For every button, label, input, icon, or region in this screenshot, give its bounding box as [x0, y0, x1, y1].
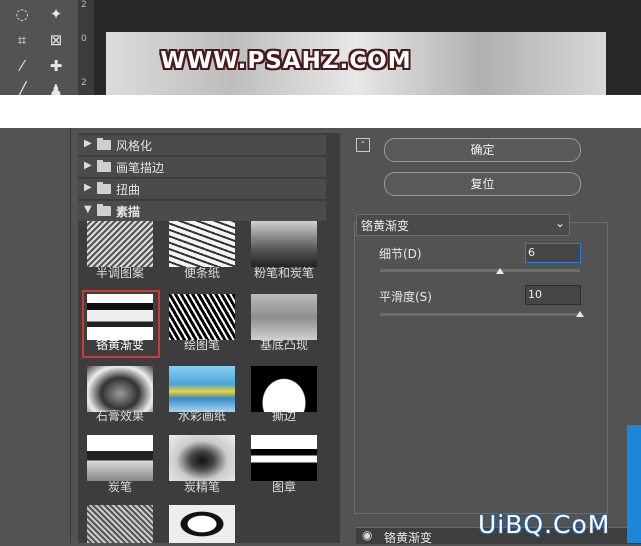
- parameters-box: [354, 222, 608, 514]
- detail-input[interactable]: 6: [525, 243, 581, 263]
- ok-button[interactable]: 确定: [384, 138, 581, 162]
- smoothness-slider-handle[interactable]: [576, 311, 584, 317]
- filter-select[interactable]: 铬黄渐变 ⌄: [356, 214, 570, 236]
- filter-thumbnail[interactable]: [87, 435, 153, 481]
- category-label: 素描: [116, 205, 141, 219]
- filter-label: 炭精笔: [183, 480, 220, 494]
- ruler-mark: 0: [81, 34, 87, 44]
- chevron-right-icon: ▶: [84, 160, 92, 171]
- eye-icon[interactable]: ◉: [362, 528, 372, 542]
- smoothness-input[interactable]: 10: [525, 285, 581, 305]
- effect-layer-label: 铬黄渐变: [384, 531, 433, 545]
- chevron-right-icon: ▶: [84, 182, 92, 193]
- filter-label: 撕边: [271, 409, 296, 423]
- chevron-down-icon: ▼: [84, 204, 92, 215]
- filter-label: 图章: [271, 480, 296, 494]
- magic-wand-icon[interactable]: ✦: [46, 4, 66, 24]
- canvas-text: WWW.PSAHZ.COM: [160, 48, 412, 74]
- filter-label: 绘图笔: [183, 338, 220, 352]
- filter-thumbnail[interactable]: [169, 221, 235, 267]
- category-stylize[interactable]: ▶ 风格化: [78, 135, 326, 156]
- folder-icon: [97, 182, 111, 194]
- folder-icon: [97, 138, 111, 150]
- watermark: UiBQ.CoM: [478, 510, 611, 539]
- vertical-ruler: 2 0 2: [78, 0, 94, 95]
- filter-thumbnail[interactable]: [251, 366, 317, 412]
- category-distort[interactable]: ▶ 扭曲: [78, 179, 326, 200]
- chevron-down-icon: ⌄: [554, 216, 565, 230]
- filter-thumbnail[interactable]: [251, 294, 317, 340]
- filter-list-scrollbar[interactable]: [327, 150, 340, 543]
- category-sketch[interactable]: ▼ 素描: [78, 201, 326, 222]
- category-brush-strokes[interactable]: ▶ 画笔描边: [78, 157, 326, 178]
- tools-panel: ◌ ✦ ⌗ ⊠ ⁄ ✚ ╱ ♟: [0, 0, 78, 99]
- chevron-right-icon: ▶: [84, 138, 92, 149]
- filter-label: 炭笔: [107, 480, 132, 494]
- collapse-icon[interactable]: ⌃: [356, 138, 370, 152]
- filter-thumbnail[interactable]: [251, 221, 317, 267]
- filter-label: 基底凸现: [259, 338, 308, 352]
- filter-label: 铬黄渐变: [95, 338, 144, 352]
- filter-thumbnail[interactable]: [87, 366, 153, 412]
- filter-thumbnail[interactable]: [87, 294, 153, 340]
- eyedropper-icon[interactable]: ⁄: [12, 56, 32, 76]
- canvas-image: WWW.PSAHZ.COM: [106, 32, 606, 95]
- filter-label: 粉笔和炭笔: [253, 266, 314, 280]
- crop-icon[interactable]: ⌗: [12, 30, 32, 50]
- preview-area: [0, 128, 71, 543]
- filter-list: ▶ 风格化 ▶ 画笔描边 ▶ 扭曲 ▼ 素描 半调图案 便条纸 粉笔和炭笔 铬黄…: [78, 133, 340, 543]
- smoothness-slider-track[interactable]: [380, 313, 580, 316]
- filter-thumbnail[interactable]: [251, 435, 317, 481]
- filter-thumbnail[interactable]: [169, 505, 235, 543]
- detail-label: 细节(D): [379, 247, 422, 261]
- detail-slider-handle[interactable]: [496, 268, 504, 274]
- lasso-icon[interactable]: ◌: [12, 4, 32, 24]
- filter-thumbnail[interactable]: [169, 366, 235, 412]
- filter-label: 石膏效果: [95, 409, 144, 423]
- filter-thumbnail[interactable]: [87, 505, 153, 543]
- filter-select-value: 铬黄渐变: [361, 219, 410, 233]
- category-label: 扭曲: [116, 183, 141, 197]
- healing-brush-icon[interactable]: ✚: [46, 56, 66, 76]
- ruler-mark: 2: [81, 78, 87, 88]
- filter-thumbnail[interactable]: [169, 435, 235, 481]
- category-label: 风格化: [116, 139, 153, 153]
- filter-thumbnail[interactable]: [169, 294, 235, 340]
- folder-icon: [97, 204, 111, 216]
- ruler-mark: 2: [81, 0, 87, 10]
- reset-button[interactable]: 复位: [384, 172, 581, 196]
- category-label: 画笔描边: [116, 161, 165, 175]
- frame-icon[interactable]: ⊠: [46, 30, 66, 50]
- filter-label: 便条纸: [183, 266, 220, 280]
- settings-panel: ⌃ 确定 复位 铬黄渐变 ⌄ 细节(D) 6 平滑度(S) 10 ◉ 铬黄渐变: [340, 133, 641, 545]
- smoothness-label: 平滑度(S): [379, 290, 432, 304]
- filter-thumbnail[interactable]: [87, 221, 153, 267]
- filter-gallery-titlebar: [0, 95, 641, 128]
- background-window-edge: [627, 425, 641, 543]
- detail-slider-track[interactable]: [380, 269, 580, 272]
- filter-label: 水彩画纸: [177, 409, 226, 423]
- filter-label: 半调图案: [95, 266, 144, 280]
- folder-icon: [97, 160, 111, 172]
